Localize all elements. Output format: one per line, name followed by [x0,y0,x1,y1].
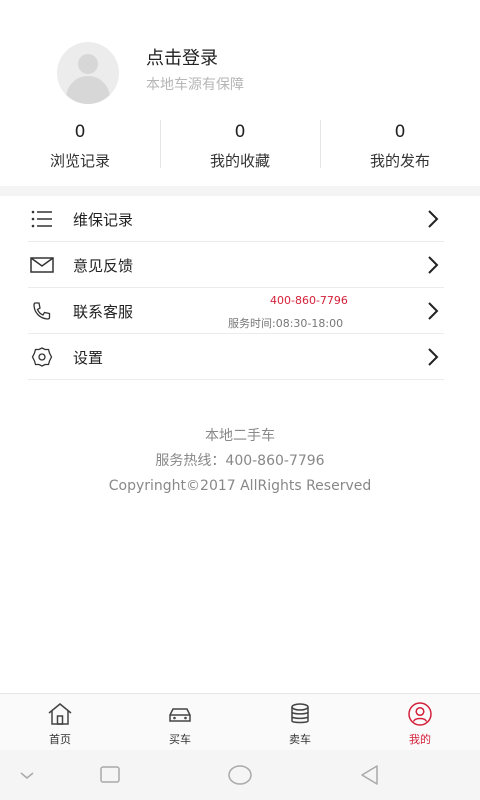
tab-home[interactable]: 首页 [0,694,120,750]
recent-apps-icon[interactable] [97,762,123,788]
menu-item-label: 意见反馈 [73,257,134,275]
tab-label: 我的 [409,733,431,746]
chevron-right-icon [428,210,439,228]
my-page: 点击登录 本地车源有保障 0 浏览记录 0 我的收藏 0 我的发布 维保记录 意… [0,0,480,800]
user-circle-icon [408,702,432,726]
stats-row: 0 浏览记录 0 我的收藏 0 我的发布 [0,116,480,176]
system-nav-bar [0,750,480,800]
database-icon [291,703,309,724]
tab-sell-car[interactable]: 卖车 [240,694,360,750]
bottom-tab-bar: 首页 买车 卖车 我的 [0,693,480,750]
user-placeholder-icon [78,54,98,74]
login-title[interactable]: 点击登录 [146,44,218,70]
avatar[interactable] [57,42,119,104]
chevron-right-icon [428,348,439,366]
profile-header[interactable]: 点击登录 本地车源有保障 [0,0,480,120]
gear-icon [31,347,53,367]
service-phone-number[interactable]: 400-860-7796 [270,294,348,307]
tab-buy-car[interactable]: 买车 [120,694,240,750]
back-icon[interactable] [357,762,383,788]
stat-browse-history[interactable]: 0 浏览记录 [0,116,160,176]
mail-icon [30,257,54,273]
menu-item-maintenance-records[interactable]: 维保记录 [0,196,480,242]
stat-favorites[interactable]: 0 我的收藏 [160,116,320,176]
tab-label: 买车 [169,733,191,746]
login-subtitle: 本地车源有保障 [146,77,244,93]
menu-item-feedback[interactable]: 意见反馈 [0,242,480,288]
phone-icon [33,302,51,320]
company-name: 本地二手车 [205,428,275,444]
divider [28,379,444,380]
chevron-down-icon[interactable] [14,762,40,788]
copyright-text: Copyringht©2017 AllRights Reserved [108,478,372,494]
tab-label: 首页 [49,733,71,746]
menu-item-customer-service[interactable]: 联系客服 400-860-7796 服务时间:08:30-18:00 [0,288,480,334]
menu-list: 维保记录 意见反馈 联系客服 400-860-7796 服务时间:08:30-1… [0,196,480,380]
service-hours: 服务时间:08:30-18:00 [228,317,344,330]
tab-mine[interactable]: 我的 [360,694,480,750]
stat-label: 浏览记录 [49,152,110,170]
menu-item-label: 维保记录 [73,211,134,229]
stat-value: 0 [394,122,406,142]
stat-label: 我的发布 [369,152,430,170]
stat-my-posts[interactable]: 0 我的发布 [320,116,480,176]
menu-item-label: 联系客服 [73,303,134,321]
home-icon [48,703,72,725]
footer-info: 本地二手车 服务热线：400-860-7796 Copyringht©2017 … [0,424,480,499]
service-hotline: 服务热线：400-860-7796 [155,453,325,469]
car-icon [169,708,191,722]
stat-value: 0 [234,122,246,142]
menu-item-label: 设置 [73,349,104,367]
section-gap [0,186,480,196]
list-icon [31,210,52,228]
home-button-icon[interactable] [227,762,253,788]
menu-item-settings[interactable]: 设置 [0,334,480,380]
chevron-right-icon [428,302,439,320]
stat-label: 我的收藏 [209,152,270,170]
stat-value: 0 [74,122,86,142]
tab-label: 卖车 [289,733,311,746]
chevron-right-icon [428,256,439,274]
